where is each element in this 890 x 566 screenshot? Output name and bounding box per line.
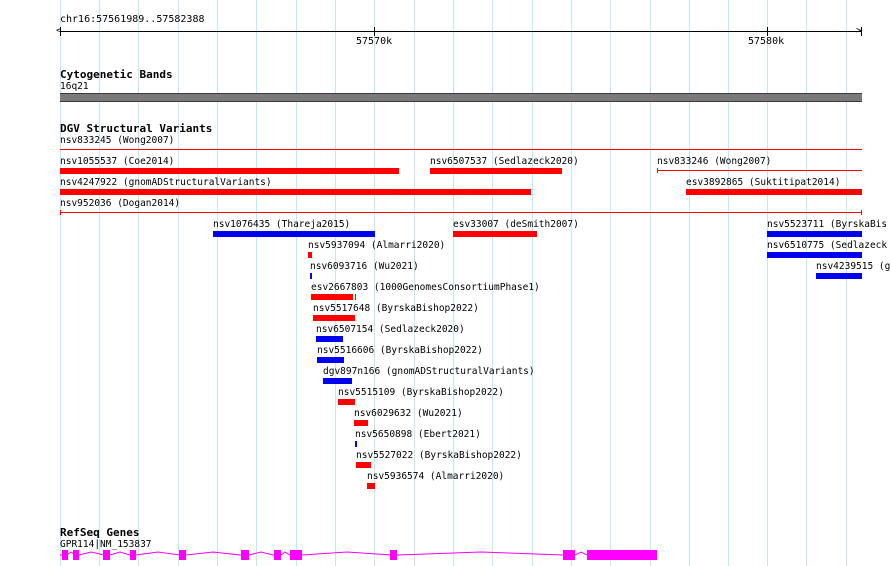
ruler-tick — [60, 27, 61, 36]
gene-exon — [130, 550, 136, 560]
genome-browser-view: chr16:57561989..57582388 < > 57570k 5758… — [0, 0, 890, 566]
feature-label: nsv5937094 (Almarri2020) — [308, 240, 446, 251]
grid-line — [178, 0, 179, 566]
variant-feature-bar[interactable] — [430, 168, 562, 174]
variant-feature-bar[interactable] — [316, 336, 343, 342]
variant-feature-cap — [60, 210, 61, 215]
variant-feature-cap — [861, 210, 862, 215]
gene-exon — [241, 550, 249, 560]
variant-feature-bar[interactable] — [308, 252, 312, 258]
grid-line — [217, 0, 218, 566]
feature-label: nsv6510775 (Sedlazeck — [767, 240, 888, 251]
feature-label: dgv897n166 (gnomADStructuralVariants) — [323, 366, 535, 377]
feature-label: nsv6507154 (Sedlazeck2020) — [316, 324, 465, 335]
feature-label: nsv6029632 (Wu2021) — [354, 408, 463, 419]
feature-label: nsv833246 (Wong2007) — [657, 156, 772, 167]
variant-feature-bar[interactable] — [355, 441, 357, 447]
feature-label: nsv6507537 (Sedlazeck2020) — [430, 156, 579, 167]
grid-line — [296, 0, 297, 566]
gene-exon — [390, 550, 397, 560]
feature-label: nsv833245 (Wong2007) — [60, 135, 175, 146]
variant-feature-bar[interactable] — [816, 273, 862, 279]
ruler-tick — [767, 27, 768, 36]
feature-label: esv33007 (deSmith2007) — [453, 219, 579, 230]
dgv-track-title: DGV Structural Variants — [60, 122, 213, 135]
variant-feature-bar[interactable] — [338, 399, 355, 405]
variant-feature-bar[interactable] — [313, 315, 355, 321]
gene-exon — [179, 550, 186, 560]
variant-feature-bar[interactable] — [354, 420, 368, 426]
variant-feature-cap — [657, 168, 658, 173]
grid-line — [99, 0, 100, 566]
ruler-line[interactable] — [60, 31, 862, 32]
feature-label: nsv4247922 (gnomADStructuralVariants) — [60, 177, 272, 188]
grid-line — [256, 0, 257, 566]
variant-feature-bar[interactable] — [213, 231, 375, 237]
feature-label: nsv5650898 (Ebert2021) — [355, 429, 481, 440]
feature-label: nsv1055537 (Coe2014) — [60, 156, 175, 167]
cytoband-bar[interactable] — [60, 93, 862, 102]
variant-feature-bar[interactable] — [767, 252, 862, 258]
variant-feature-line[interactable] — [657, 170, 862, 171]
grid-line — [689, 0, 690, 566]
gene-exon — [290, 550, 302, 560]
feature-label: nsv5517648 (ByrskaBishop2022) — [313, 303, 479, 314]
variant-feature-bar[interactable] — [367, 483, 375, 489]
variant-feature-line[interactable] — [60, 212, 862, 213]
grid-line — [138, 0, 139, 566]
gene-exon — [62, 550, 68, 560]
cytoband-label: 16q21 — [60, 81, 89, 92]
feature-label: esv3892865 (Suktitipat2014) — [686, 177, 841, 188]
grid-line — [767, 0, 768, 566]
gene-model[interactable] — [0, 545, 890, 566]
refseq-track-title: RefSeq Genes — [60, 526, 140, 539]
ruler-tick — [861, 27, 862, 36]
gene-exon — [103, 550, 110, 560]
cytoband-track-title: Cytogenetic Bands — [60, 68, 173, 81]
ruler-label-57580k: 57580k — [748, 36, 785, 47]
feature-label: nsv5515109 (ByrskaBishop2022) — [338, 387, 504, 398]
feature-label: nsv6093716 (Wu2021) — [310, 261, 419, 272]
variant-feature-cap — [355, 294, 356, 300]
feature-label: nsv5516606 (ByrskaBishop2022) — [317, 345, 483, 356]
gene-exon — [563, 550, 575, 560]
feature-label: esv2667803 (1000GenomesConsortiumPhase1) — [311, 282, 540, 293]
variant-feature-bar[interactable] — [311, 294, 353, 300]
grid-line — [728, 0, 729, 566]
gene-exon — [274, 550, 281, 560]
variant-feature-bar[interactable] — [453, 231, 537, 237]
grid-line — [806, 0, 807, 566]
variant-feature-bar[interactable] — [60, 189, 531, 195]
grid-line — [650, 0, 651, 566]
feature-label: nsv5936574 (Almarri2020) — [367, 471, 505, 482]
feature-label: nsv952036 (Dogan2014) — [60, 198, 181, 209]
variant-feature-bar[interactable] — [60, 168, 399, 174]
variant-feature-bar[interactable] — [356, 462, 371, 468]
variant-feature-bar[interactable] — [686, 189, 862, 195]
feature-label: nsv5523711 (ByrskaBis — [767, 219, 888, 230]
gene-exon — [73, 550, 79, 560]
ruler-label-57570k: 57570k — [356, 36, 393, 47]
grid-line — [846, 0, 847, 566]
feature-label: nsv5527022 (ByrskaBishop2022) — [356, 450, 522, 461]
location-label: chr16:57561989..57582388 — [60, 14, 205, 25]
grid-line — [571, 0, 572, 566]
grid-line — [610, 0, 611, 566]
feature-label: nsv1076435 (Thareja2015) — [213, 219, 351, 230]
variant-feature-bar[interactable] — [310, 273, 312, 279]
variant-feature-bar[interactable] — [767, 231, 862, 237]
feature-label: nsv4239515 (gnomAD — [816, 261, 890, 272]
variant-feature-bar[interactable] — [317, 357, 344, 363]
ruler-tick — [374, 27, 375, 36]
variant-feature-line[interactable] — [60, 149, 862, 150]
variant-feature-bar[interactable] — [323, 378, 352, 384]
gene-exon — [587, 550, 657, 560]
gene-intron-line — [60, 551, 588, 556]
